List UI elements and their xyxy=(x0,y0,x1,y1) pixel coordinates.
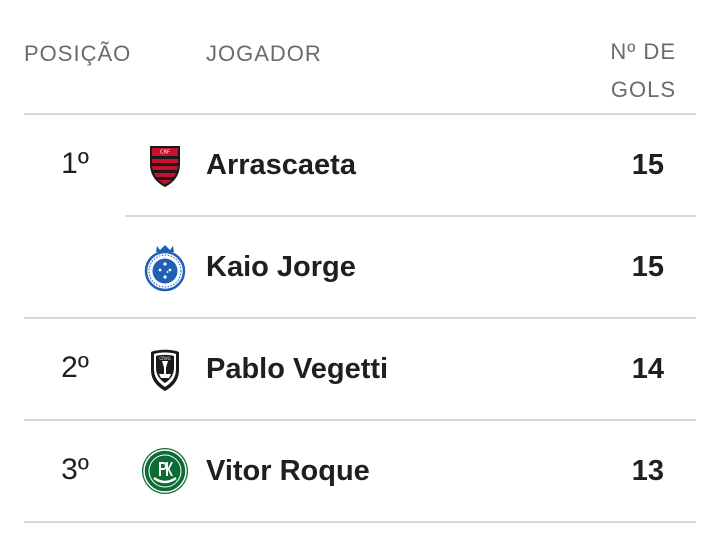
player-goals: 13 xyxy=(631,455,664,487)
player-goals: 15 xyxy=(631,251,664,283)
player-goals: 15 xyxy=(631,149,664,181)
column-header-goals: Nº DE GOLS xyxy=(610,33,676,109)
row-divider xyxy=(125,215,696,217)
palmeiras-crest-icon xyxy=(140,446,190,496)
row-divider xyxy=(24,521,696,523)
svg-text:CRVG: CRVG xyxy=(159,356,170,361)
player-goals: 14 xyxy=(631,353,664,385)
svg-text:CRF: CRF xyxy=(160,150,170,156)
cruzeiro-crest-icon xyxy=(140,242,190,292)
player-name: Kaio Jorge xyxy=(206,251,356,283)
vasco-crest-icon: CRVG xyxy=(140,344,190,394)
header-divider xyxy=(24,113,696,115)
player-name: Vitor Roque xyxy=(206,455,370,487)
column-header-goals-line1: Nº DE xyxy=(610,39,676,64)
row-position: 1º xyxy=(61,147,89,180)
row-divider xyxy=(24,419,696,421)
row-position: 2º xyxy=(61,351,89,384)
player-name: Pablo Vegetti xyxy=(206,353,389,385)
scorers-table: POSIÇÃO JOGADOR Nº DE GOLS 1º CRF Arrasc… xyxy=(0,0,720,540)
column-header-position: POSIÇÃO xyxy=(24,41,132,66)
row-divider xyxy=(24,317,696,319)
player-name: Arrascaeta xyxy=(206,149,356,181)
flamengo-crest-icon: CRF xyxy=(140,140,190,190)
column-header-player: JOGADOR xyxy=(206,41,322,66)
column-header-goals-line2: GOLS xyxy=(610,77,676,102)
row-position: 3º xyxy=(61,453,89,486)
